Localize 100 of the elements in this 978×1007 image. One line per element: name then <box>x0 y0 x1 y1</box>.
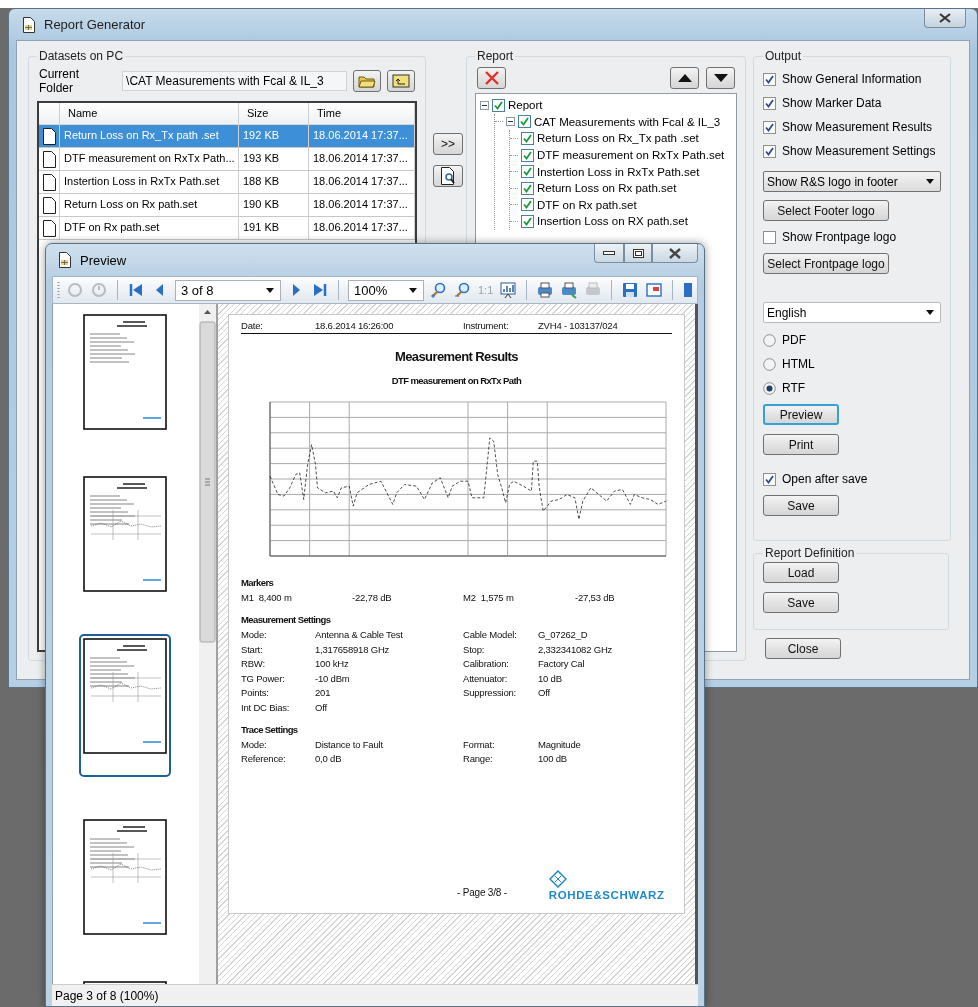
close-button[interactable] <box>652 244 698 263</box>
checkbox[interactable] <box>521 148 534 162</box>
table-row[interactable]: DTF on Rx path.set 191 KB 18.06.2014 17:37... <box>39 217 415 240</box>
checkbox[interactable] <box>763 472 776 486</box>
tree-item[interactable]: DTF on Rx path.set <box>537 198 637 211</box>
checkbox[interactable] <box>521 198 534 212</box>
field-label: TG Power: <box>241 672 286 684</box>
column-header[interactable]: Time <box>309 103 415 124</box>
checkbox[interactable] <box>763 72 776 86</box>
select-footer-logo-button[interactable]: Select Footer logo <box>763 200 889 221</box>
save-button[interactable]: Save <box>763 495 839 516</box>
file-icon <box>42 196 56 214</box>
close-button[interactable] <box>924 9 966 28</box>
field-label: Range: <box>463 753 494 764</box>
field-label: Stop: <box>463 643 486 655</box>
field-label: Suppression: <box>463 687 518 698</box>
definition-button[interactable]: Load <box>763 562 839 583</box>
preview-file-button[interactable] <box>433 165 463 187</box>
checkbox[interactable] <box>763 144 776 158</box>
add-button[interactable]: >> <box>433 133 463 155</box>
group-title: Output <box>764 49 803 63</box>
preview-button[interactable]: Preview <box>763 404 839 425</box>
checkbox-label: Show General Information <box>782 72 922 86</box>
print-icon[interactable] <box>560 281 579 299</box>
group-title: Report Definition <box>764 546 856 560</box>
remove-button[interactable] <box>477 67 506 89</box>
zoom-dropdown[interactable]: 100% <box>348 279 424 301</box>
page-title: Measurement Results <box>394 349 519 364</box>
table-cell: Return Loss on Rx_Tx path .set <box>60 125 239 147</box>
app-icon <box>58 252 72 268</box>
table-row[interactable]: DTF measurement on RxTx Path... 193 KB 18.06.2014 17:37... <box>39 148 415 171</box>
close-dialog-button[interactable]: Close <box>765 638 841 659</box>
open-folder-button[interactable] <box>353 70 382 92</box>
save-icon[interactable] <box>621 281 640 299</box>
move-down-button[interactable] <box>706 67 735 89</box>
checkbox[interactable] <box>763 120 776 134</box>
folder-label: Current Folder <box>39 67 80 95</box>
page-thumbnail[interactable] <box>79 634 173 779</box>
table-row[interactable]: Return Loss on Rx path.set 190 KB 18.06.2014 17:37... <box>39 194 415 217</box>
select-frontpage-logo-button[interactable]: Select Frontpage logo <box>763 253 889 274</box>
expander-icon[interactable] <box>480 100 489 110</box>
last-page-icon[interactable] <box>311 281 329 299</box>
page-thumbnail[interactable] <box>83 476 169 594</box>
marker-position: M2 1,575 m <box>463 592 515 603</box>
language-dropdown[interactable]: English <box>763 302 941 323</box>
field-value: 201 <box>315 687 332 698</box>
tree-item[interactable]: Return Loss on Rx path.set <box>537 182 677 195</box>
checkbox[interactable] <box>492 98 505 112</box>
table-cell: Return Loss on Rx path.set <box>60 194 239 216</box>
move-up-button[interactable] <box>670 67 699 89</box>
column-header[interactable]: Size <box>239 103 309 124</box>
first-page-icon[interactable] <box>127 281 145 299</box>
file-icon <box>42 127 56 145</box>
vertical-scrollbar[interactable] <box>199 304 216 984</box>
folder-field[interactable]: \CAT Measurements with Fcal & IL_3 <box>122 71 348 91</box>
maximize-button[interactable] <box>624 244 652 263</box>
table-row[interactable]: Instertion Loss in RxTx Path.set 188 KB 18.06.2014 17:37... <box>39 171 415 194</box>
tree-item[interactable]: DTF measurement on RxTx Path.set <box>537 149 725 162</box>
page-thumbnail[interactable] <box>83 314 169 432</box>
checkbox-label: Open after save <box>782 472 868 486</box>
zoom-out-icon[interactable] <box>454 281 472 299</box>
radio-button[interactable] <box>763 333 776 347</box>
export-icon[interactable] <box>645 281 664 299</box>
page-dropdown[interactable]: 3 of 8 <box>175 279 281 301</box>
print-icon[interactable] <box>536 281 555 299</box>
field-label: Mode: <box>241 629 268 640</box>
radio-button[interactable] <box>763 357 776 371</box>
checkbox[interactable] <box>521 165 534 179</box>
logo-dropdown[interactable]: Show R&S logo in footer <box>763 171 941 192</box>
chart-icon[interactable] <box>499 281 518 299</box>
tree-item[interactable]: CAT Measurements with Fcal & IL_3 <box>534 115 721 128</box>
minimize-icon <box>603 251 615 255</box>
definition-button[interactable]: Save <box>763 592 839 613</box>
tree-item[interactable]: Return Loss on Rx_Tx path .set <box>537 132 699 145</box>
checkbox[interactable] <box>763 230 776 244</box>
tree-item[interactable]: Insertion Loss on RX path.set <box>537 215 688 228</box>
page-thumbnail[interactable] <box>83 819 169 937</box>
checkbox[interactable] <box>521 214 534 228</box>
field-label: Date: <box>241 320 264 331</box>
folder-icon <box>358 74 377 88</box>
minimize-button[interactable] <box>594 244 624 263</box>
column-header[interactable]: Name <box>60 103 239 124</box>
checkbox[interactable] <box>521 132 534 145</box>
zoom-in-icon[interactable] <box>430 281 448 299</box>
folder-up-button[interactable] <box>387 70 415 92</box>
field-value: 0,0 dB <box>315 753 343 764</box>
field-value: G_07262_D <box>538 629 589 640</box>
checkbox[interactable] <box>521 181 534 195</box>
grip-icon <box>57 281 60 299</box>
group-title: Report <box>476 49 515 63</box>
tree-item[interactable]: Report <box>508 99 543 112</box>
field-value: -10 dBm <box>315 672 351 684</box>
tree-item[interactable]: Instertion Loss in RxTx Path.set <box>537 165 700 178</box>
radio-button[interactable] <box>763 381 776 395</box>
checkbox[interactable] <box>763 96 776 110</box>
table-cell: Instertion Loss in RxTx Path.set <box>60 171 239 193</box>
expander-icon[interactable] <box>506 117 515 127</box>
field-value: ZVH4 - 103137/024 <box>538 320 619 331</box>
checkbox[interactable] <box>518 115 531 129</box>
print-button[interactable]: Print <box>763 434 839 455</box>
